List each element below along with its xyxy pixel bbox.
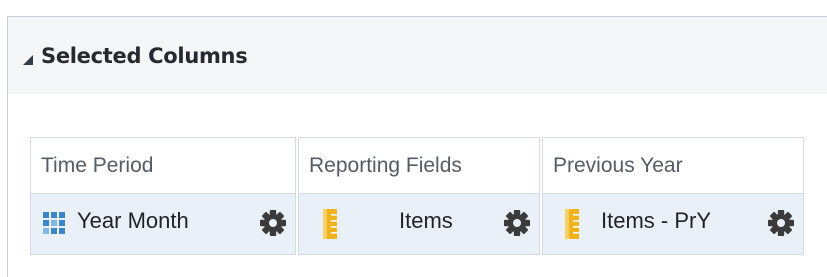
- gear-icon[interactable]: [767, 209, 795, 237]
- column-item-label: Items - PrY: [601, 208, 712, 233]
- column-item-items-pry[interactable]: Items - PrY: [543, 194, 803, 254]
- column-previous-year: Previous Year Items - PrY: [542, 137, 804, 255]
- column-time-period: Time Period Year Month: [30, 137, 296, 255]
- panel-title: Selected Columns: [41, 43, 248, 68]
- column-item-label: Items: [399, 208, 453, 233]
- gear-icon[interactable]: [259, 209, 287, 237]
- ruler-icon: [565, 209, 579, 239]
- selected-columns-panel: Selected Columns Time Period Year Month: [7, 16, 827, 277]
- collapse-triangle-icon[interactable]: [23, 54, 33, 65]
- selected-columns-list: Time Period Year Month Reporting Fields …: [30, 137, 806, 255]
- column-header[interactable]: Previous Year: [543, 138, 803, 194]
- column-reporting-fields: Reporting Fields Items: [298, 137, 540, 255]
- column-item-year-month[interactable]: Year Month: [31, 194, 295, 254]
- column-header[interactable]: Time Period: [31, 138, 295, 194]
- panel-header[interactable]: Selected Columns: [8, 17, 827, 94]
- gear-icon[interactable]: [503, 209, 531, 237]
- column-header[interactable]: Reporting Fields: [299, 138, 539, 194]
- ruler-icon: [323, 209, 337, 239]
- column-item-label: Year Month: [77, 208, 189, 233]
- column-item-items[interactable]: Items: [299, 194, 539, 254]
- grid-icon: [43, 212, 65, 234]
